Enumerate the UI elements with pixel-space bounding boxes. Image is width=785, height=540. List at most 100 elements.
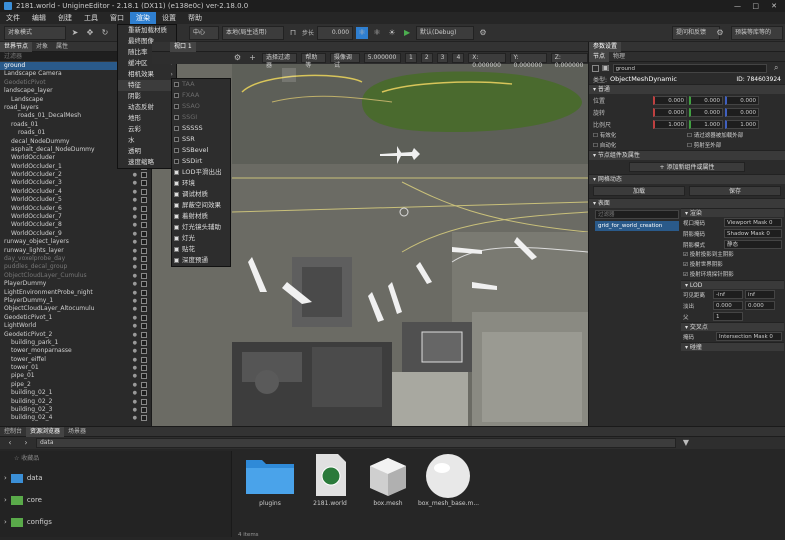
feature-checkbox[interactable] <box>174 82 179 87</box>
back-icon[interactable]: ‹ <box>4 437 16 449</box>
maximize-icon[interactable]: □ <box>752 2 759 10</box>
row-checkbox[interactable] <box>141 323 147 330</box>
atom-icon[interactable]: ⚛ <box>371 27 383 39</box>
feature-toggle-item[interactable]: 调试材质 <box>172 189 230 200</box>
hierarchy-row[interactable]: day_voxelprobe_day ● <box>0 255 151 263</box>
tab-objects[interactable]: 对象 <box>32 42 52 52</box>
hierarchy-row[interactable]: tower_monparnasse ● <box>0 347 151 355</box>
row-checkbox[interactable] <box>141 264 147 271</box>
forward-icon[interactable]: › <box>20 437 32 449</box>
hierarchy-row[interactable]: tower_01 ● <box>0 364 151 372</box>
hierarchy-row[interactable]: building_02_3 ● <box>0 406 151 414</box>
chk-cast-world[interactable]: ☑ 投射世界阴影 <box>681 260 784 270</box>
visibility-icon[interactable]: ● <box>133 406 137 414</box>
row-checkbox[interactable] <box>141 398 147 405</box>
feature-toggle-item[interactable]: SSGI <box>172 112 230 123</box>
grid-1[interactable]: 1 <box>404 53 417 63</box>
hierarchy-row[interactable]: PlayerDummy_1 ● <box>0 297 151 305</box>
render-menu-item[interactable]: 重新加载材质 <box>118 25 176 36</box>
visibility-icon[interactable]: ● <box>133 389 137 397</box>
tab-node[interactable]: 节点 <box>589 51 610 62</box>
feature-toggle-item[interactable]: 屏蔽空间效果 <box>172 200 230 211</box>
feature-checkbox[interactable] <box>174 203 179 208</box>
tree-item-configs[interactable]: › configs <box>0 511 231 533</box>
enabled-checkbox[interactable] <box>592 64 599 72</box>
asset-plugins[interactable]: plugins <box>240 452 300 507</box>
feature-toggle-item[interactable]: 深度预通 <box>172 255 230 266</box>
feature-checkbox[interactable] <box>174 181 179 186</box>
visibility-icon[interactable]: ● <box>133 238 137 246</box>
section-mesh[interactable]: ▾ 网格动态 <box>589 174 785 184</box>
pivot-select[interactable]: 中心 <box>189 25 219 40</box>
row-checkbox[interactable] <box>141 373 147 380</box>
visibility-icon[interactable]: ● <box>133 356 137 364</box>
tab-asset-browser[interactable]: 资源浏览器 <box>26 426 65 437</box>
rotation-y-input[interactable]: 0.000 <box>689 107 723 117</box>
hierarchy-row[interactable]: pipe_2 ● <box>0 381 151 389</box>
visibility-icon[interactable]: ● <box>133 347 137 355</box>
visibility-icon[interactable]: ● <box>133 188 137 196</box>
menu-window[interactable]: 窗口 <box>104 12 130 24</box>
scale-y-input[interactable]: 1.000 <box>689 119 723 129</box>
row-checkbox[interactable] <box>141 230 147 237</box>
hierarchy-row[interactable]: runway_object_layers ● <box>0 238 151 246</box>
asset-box-mesh[interactable]: box.mesh <box>358 452 418 507</box>
feature-toggle-item[interactable]: SSDirt <box>172 156 230 167</box>
hierarchy-row[interactable]: building_02_4 ● <box>0 414 151 422</box>
visibility-icon[interactable]: ● <box>133 179 137 187</box>
row-checkbox[interactable] <box>141 314 147 321</box>
lod-fade-b[interactable]: 0.000 <box>745 301 775 310</box>
rotation-z-input[interactable]: 0.000 <box>725 107 759 117</box>
section-intersection[interactable]: ▾ 交叉点 <box>681 322 784 331</box>
position-y-input[interactable]: 0.000 <box>689 95 723 105</box>
lod-visible-min[interactable]: -inf <box>713 290 743 299</box>
asset-world[interactable]: 2181.world <box>300 452 360 507</box>
add-component-button[interactable]: + 添加新组件或属性 <box>629 162 745 172</box>
favorites-item[interactable]: ☆ 收藏品 <box>0 451 231 467</box>
tree-expand-icon[interactable]: › <box>4 496 7 504</box>
asset-box-mesh-base[interactable]: box_mesh_base.m... <box>418 452 479 507</box>
row-checkbox[interactable] <box>141 281 147 288</box>
sun-icon[interactable]: ☀ <box>386 27 398 39</box>
section-lod[interactable]: ▾ LOD <box>681 280 784 289</box>
hierarchy-row[interactable]: WorldOccluder_7 ● <box>0 213 151 221</box>
row-checkbox[interactable] <box>141 297 147 304</box>
save-button[interactable]: 保存 <box>689 186 781 196</box>
hierarchy-row[interactable]: PlayerDummy ● <box>0 280 151 288</box>
menu-rendering[interactable]: 渲染 <box>130 12 156 24</box>
feature-toggle-item[interactable]: SSAO <box>172 101 230 112</box>
hierarchy-row[interactable]: pipe_01 ● <box>0 372 151 380</box>
rotation-x-input[interactable]: 0.000 <box>653 107 687 117</box>
row-checkbox[interactable] <box>141 415 147 422</box>
feature-checkbox[interactable] <box>174 170 179 175</box>
visibility-icon[interactable]: ● <box>133 381 137 389</box>
selection-filter-select[interactable]: 选择过滤器 <box>261 53 298 69</box>
hierarchy-row[interactable]: WorldOccluder_5 ● <box>0 196 151 204</box>
coord-space-select[interactable]: 本地(局生适用) <box>222 25 284 40</box>
feature-checkbox[interactable] <box>174 214 179 219</box>
scale-z-input[interactable]: 1.000 <box>725 119 759 129</box>
flag-handled[interactable]: ☐ 请过滤器被加载外部 <box>687 131 781 140</box>
node-name-input[interactable]: ground <box>612 63 768 73</box>
render-menu-item[interactable]: 透明› <box>118 146 176 157</box>
load-button[interactable]: 加载 <box>593 186 685 196</box>
tab-viewport-1[interactable]: 视口 1 <box>170 42 196 52</box>
hierarchy-row[interactable]: ObjectCloudLayer_Altocumulu ● <box>0 305 151 313</box>
visibility-icon[interactable]: ● <box>133 289 137 297</box>
menu-help[interactable]: 帮助 <box>182 12 208 24</box>
section-collision[interactable]: ▾ 碰撞 <box>681 342 784 351</box>
tree-item-data[interactable]: › data <box>0 467 231 489</box>
section-render[interactable]: ▾ 渲染 <box>681 208 784 217</box>
row-checkbox[interactable] <box>141 289 147 296</box>
menu-create[interactable]: 创建 <box>52 12 78 24</box>
intersection-mask-select[interactable]: Intersection Mask 0 <box>716 332 782 341</box>
snap-icon[interactable]: ⊓ <box>287 27 299 39</box>
tab-console[interactable]: 控制台 <box>0 427 26 437</box>
visibility-icon[interactable]: ● <box>133 372 137 380</box>
viewport-gear-icon[interactable]: ⚙ <box>232 52 243 64</box>
chk-cast-env[interactable]: ☑ 投射环境探针阴影 <box>681 270 784 280</box>
visibility-icon[interactable]: ● <box>133 230 137 238</box>
tab-properties[interactable]: 属性 <box>52 42 72 52</box>
feature-toggle-item[interactable]: 着射材质 <box>172 211 230 222</box>
feature-checkbox[interactable] <box>174 258 179 263</box>
